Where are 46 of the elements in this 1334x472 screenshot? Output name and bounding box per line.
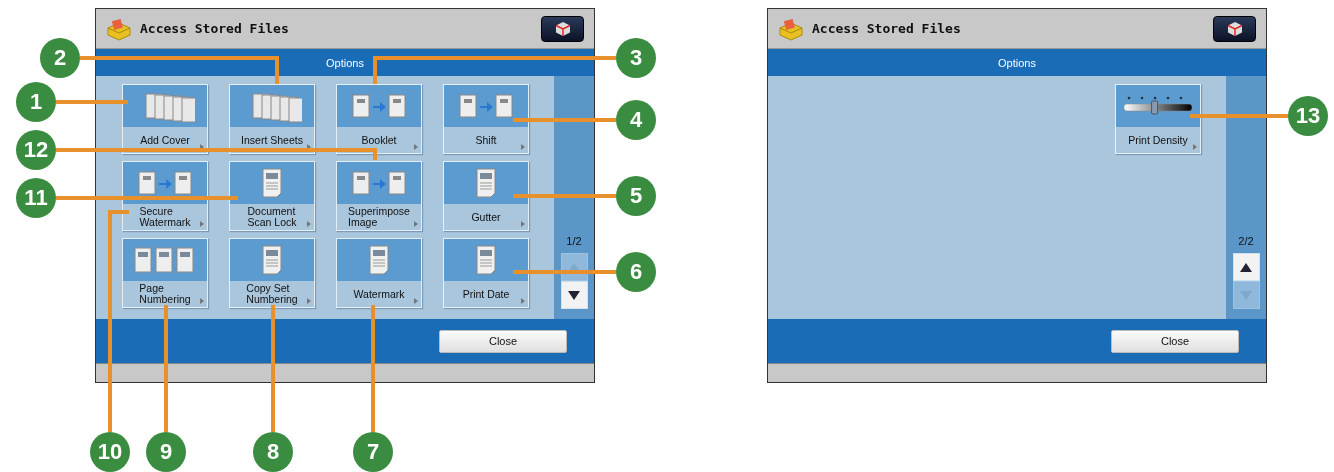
- function-button[interactable]: Document Scan Lock: [229, 161, 315, 231]
- scroll-down-button[interactable]: [560, 281, 588, 309]
- screen-title: Access Stored Files: [812, 21, 962, 36]
- up-triangle-icon: [568, 262, 580, 272]
- function-button[interactable]: Print Density: [1115, 84, 1201, 154]
- file-box-icon: [106, 16, 132, 41]
- page-indicator: 1/2: [566, 235, 582, 247]
- options-heading: Options: [326, 56, 364, 69]
- down-triangle-icon: [568, 290, 580, 300]
- menu-button[interactable]: [1213, 15, 1256, 42]
- callout-number: 4: [616, 100, 656, 140]
- callout-number: 11: [16, 178, 56, 218]
- function-button[interactable]: Gutter: [443, 161, 529, 231]
- callout-number: 12: [16, 130, 56, 170]
- close-button[interactable]: Close: [1111, 329, 1239, 353]
- function-button[interactable]: Secure Watermark: [122, 161, 208, 231]
- function-button[interactable]: Booklet: [336, 84, 422, 154]
- options-heading: Options: [998, 56, 1036, 69]
- callout-number: 3: [616, 38, 656, 78]
- function-button[interactable]: Superimpose Image: [336, 161, 422, 231]
- cube-icon: [1226, 20, 1243, 37]
- up-triangle-icon: [1240, 262, 1252, 272]
- page-indicator: 2/2: [1238, 235, 1254, 247]
- callout-number: 7: [353, 432, 393, 472]
- close-button[interactable]: Close: [439, 329, 567, 353]
- function-button[interactable]: Add Cover: [122, 84, 208, 154]
- function-button[interactable]: Insert Sheets: [229, 84, 315, 154]
- function-button[interactable]: Shift: [443, 84, 529, 154]
- cube-icon: [554, 20, 571, 37]
- function-button[interactable]: Page Numbering: [122, 238, 208, 308]
- menu-button[interactable]: [541, 15, 584, 42]
- callout-number: 1: [16, 82, 56, 122]
- callout-number: 9: [146, 432, 186, 472]
- function-button[interactable]: Copy Set Numbering: [229, 238, 315, 308]
- scroll-up-button[interactable]: [1232, 253, 1260, 281]
- callout-number: 8: [253, 432, 293, 472]
- callout-number: 5: [616, 176, 656, 216]
- callout-number: 13: [1288, 96, 1328, 136]
- screen-title: Access Stored Files: [140, 21, 290, 36]
- leader-line: [56, 100, 128, 104]
- callout-number: 6: [616, 252, 656, 292]
- file-box-icon: [778, 16, 804, 41]
- callout-number: 10: [90, 432, 130, 472]
- function-button[interactable]: Print Date: [443, 238, 529, 308]
- callout-number: 2: [40, 38, 80, 78]
- function-button[interactable]: Watermark: [336, 238, 422, 308]
